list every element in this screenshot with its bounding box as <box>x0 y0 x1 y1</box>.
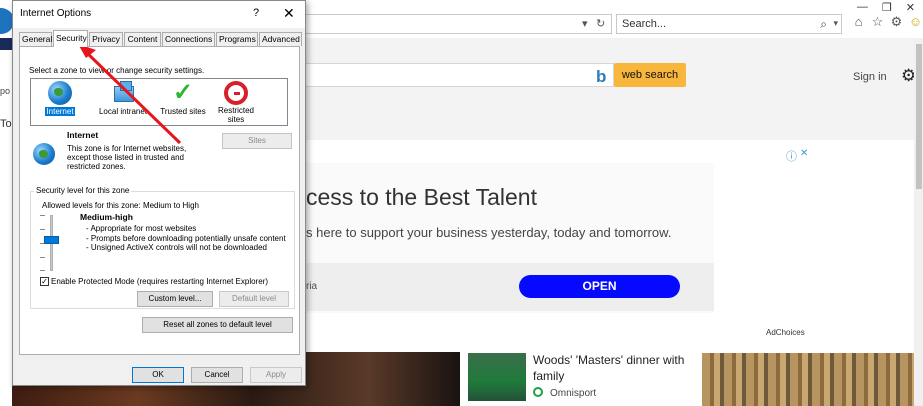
page-search-input[interactable] <box>306 63 614 87</box>
left-cut-text: po <box>0 86 11 96</box>
bing-logo-icon: b <box>596 67 607 86</box>
browser-search-input[interactable]: Search... ⌕ ▾ <box>616 14 842 34</box>
web-search-button[interactable]: web search <box>614 63 686 87</box>
ok-button[interactable]: OK <box>132 367 184 383</box>
zone-label: Trusted sites <box>160 107 206 116</box>
tab-general[interactable]: General <box>19 32 52 46</box>
ad-close-icon[interactable]: ✕ <box>800 148 808 159</box>
protected-mode-label[interactable]: Enable Protected Mode (requires restarti… <box>51 277 268 286</box>
page-header-band <box>306 38 923 140</box>
level-item: - Unsigned ActiveX controls will not be … <box>86 243 267 252</box>
selected-zone-globe-icon <box>33 143 55 165</box>
security-level-group-label: Security level for this zone <box>34 186 132 195</box>
zone-local-intranet[interactable]: Local intranet <box>91 81 155 117</box>
zone-label: Internet <box>45 107 75 116</box>
search-dropdown-icon[interactable]: ▾ <box>833 18 838 29</box>
ad-open-button[interactable]: OPEN <box>519 275 680 298</box>
tab-advanced[interactable]: Advanced <box>259 32 302 46</box>
intranet-icon <box>111 81 135 105</box>
sites-button[interactable]: Sites <box>222 133 292 149</box>
security-level-name: Medium-high <box>80 212 133 222</box>
internet-options-dialog: Internet Options ? ✕ General Security Pr… <box>12 0 306 386</box>
dialog-close-icon[interactable]: ✕ <box>283 5 295 22</box>
adchoices-link[interactable]: AdChoices <box>766 328 805 337</box>
news-thumbnail[interactable] <box>468 353 526 401</box>
reset-all-zones-button[interactable]: Reset all zones to default level <box>142 317 293 333</box>
tab-programs[interactable]: Programs <box>216 32 258 46</box>
zone-label: Restricted sites <box>217 106 254 124</box>
news-source-icon <box>533 387 543 397</box>
apply-button[interactable]: Apply <box>250 367 302 383</box>
security-tab-panel: Select a zone to view or change security… <box>19 46 300 355</box>
security-level-slider-thumb[interactable] <box>44 236 59 244</box>
zone-prompt: Select a zone to view or change security… <box>29 66 205 75</box>
news-title[interactable]: Woods' 'Masters' dinner with family <box>533 352 693 384</box>
selected-zone-description: This zone is for Internet websites, exce… <box>67 144 187 171</box>
allowed-levels-text: Allowed levels for this zone: Medium to … <box>42 201 199 210</box>
search-placeholder: Search... <box>622 18 667 30</box>
tab-connections[interactable]: Connections <box>162 32 215 46</box>
level-item: - Prompts before downloading potentially… <box>86 233 286 243</box>
ad-headline: cess to the Best Talent <box>306 184 537 210</box>
cancel-button[interactable]: Cancel <box>191 367 243 383</box>
address-dropdown-icon[interactable]: ▾ <box>582 17 588 30</box>
window-controls: — ❐ ✕ <box>857 0 915 14</box>
tab-security[interactable]: Security <box>53 30 88 47</box>
news-image-right[interactable] <box>702 353 914 406</box>
security-level-details: - Appropriate for most websites - Prompt… <box>86 224 286 253</box>
home-icon[interactable]: ⌂ <box>851 14 866 30</box>
feedback-smiley-icon[interactable]: ☺ <box>908 14 923 30</box>
zone-internet[interactable]: Internet <box>32 81 88 117</box>
no-entry-icon <box>224 81 248 105</box>
tools-gear-icon[interactable]: ⚙ <box>889 14 904 30</box>
left-cut-tab[interactable]: To <box>0 118 12 130</box>
dialog-title: Internet Options <box>20 8 92 19</box>
custom-level-button[interactable]: Custom level... <box>137 291 213 307</box>
news-source: Omnisport <box>550 388 597 399</box>
zone-label: Local intranet <box>98 107 148 116</box>
left-page-strip <box>0 0 12 406</box>
sign-in-link[interactable]: Sign in <box>853 71 887 83</box>
tab-content[interactable]: Content <box>124 32 161 46</box>
dialog-titlebar: Internet Options ? ✕ <box>13 1 305 28</box>
help-icon[interactable]: ? <box>253 7 259 19</box>
level-item: - Appropriate for most websites <box>86 224 197 233</box>
window-close-button[interactable]: ✕ <box>906 1 915 14</box>
ad-info-icon[interactable]: ⓘ <box>786 148 797 164</box>
refresh-icon[interactable]: ↻ <box>596 17 605 30</box>
default-level-button[interactable]: Default level <box>219 291 289 307</box>
browser-toolbar-icons: ⌂ ☆ ⚙ ☺ <box>851 14 923 30</box>
tab-privacy[interactable]: Privacy <box>89 32 123 46</box>
restore-button[interactable]: ❐ <box>882 1 892 14</box>
protected-mode-checkbox[interactable]: ✓ <box>40 277 49 286</box>
globe-icon <box>48 81 72 105</box>
selected-zone-name: Internet <box>67 130 99 140</box>
favorites-icon[interactable]: ☆ <box>870 14 885 30</box>
zone-trusted-sites[interactable]: ✓ Trusted sites <box>155 81 211 117</box>
ad-source: ria <box>306 281 318 292</box>
address-bar[interactable]: ▾ ↻ <box>306 14 612 34</box>
search-icon[interactable]: ⌕ <box>820 17 827 32</box>
checkmark-icon: ✓ <box>172 79 194 106</box>
page-logo-icon <box>0 38 12 50</box>
zone-list: Internet Local intranet ✓ Trusted sites … <box>30 78 288 126</box>
minimize-button[interactable]: — <box>857 1 868 13</box>
ad-subtext: s here to support your business yesterda… <box>306 225 672 240</box>
zone-restricted-sites[interactable]: Restricted sites <box>211 81 261 125</box>
page-scrollbar-thumb[interactable] <box>916 44 922 189</box>
